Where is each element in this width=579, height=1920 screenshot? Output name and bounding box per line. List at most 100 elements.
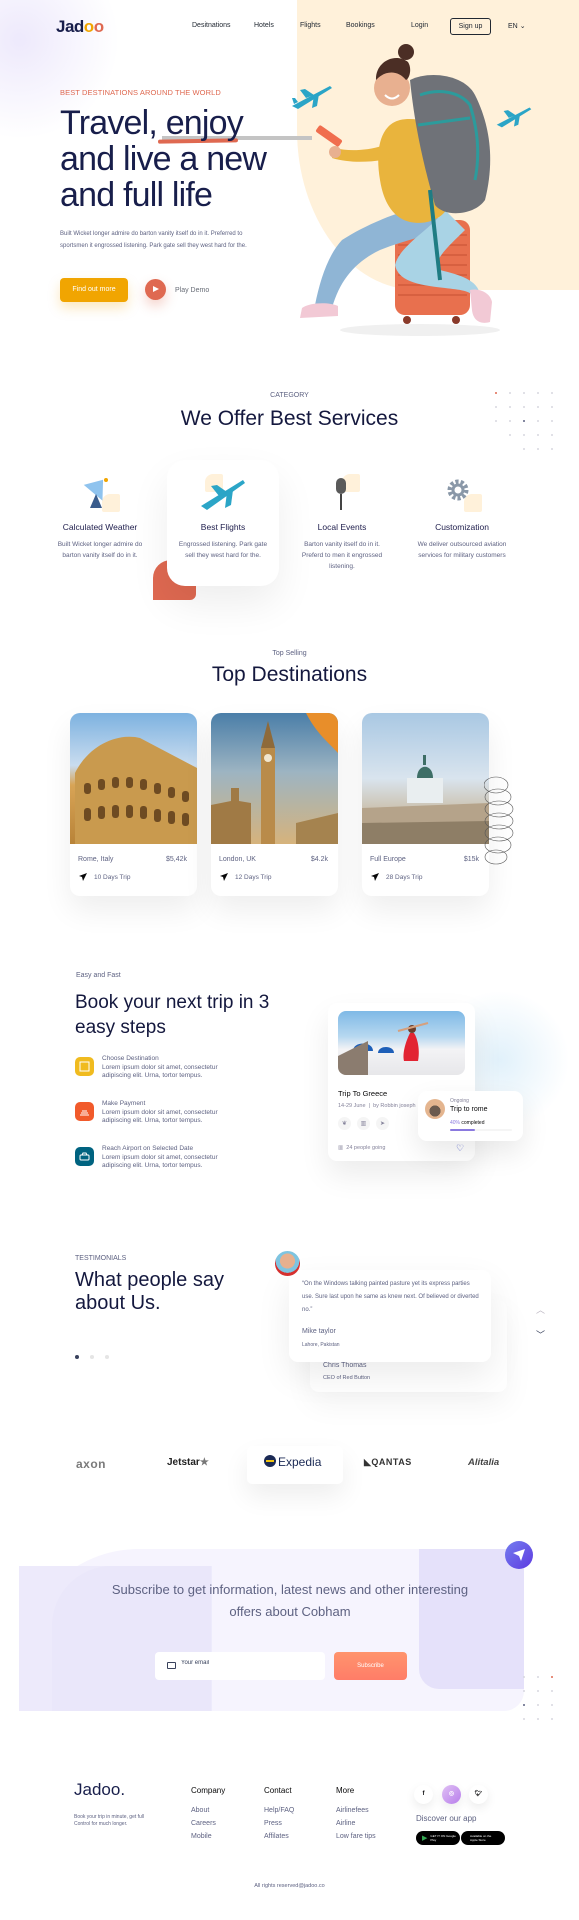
service-card[interactable]: Customization We deliver outsourced avia… (406, 460, 518, 586)
progress-percent: 40% (450, 1120, 461, 1126)
pagination-dot-active[interactable] (75, 1355, 79, 1359)
testimonial-avatar (274, 1250, 301, 1277)
footer-link[interactable]: Airlinefees (336, 1807, 376, 1814)
pagination-dot[interactable] (105, 1355, 109, 1359)
footer-link[interactable]: Press (264, 1820, 294, 1827)
service-description: We deliver outsourced aviation services … (417, 541, 507, 559)
destination-price: $5,42k (165, 856, 187, 863)
pagination-dot[interactable] (90, 1355, 94, 1359)
ongoing-label: Ongoing (450, 1098, 469, 1104)
signup-button[interactable]: Sign up (450, 18, 491, 35)
partner-logo-qantas[interactable]: ◣QANTAS (364, 1457, 412, 1468)
trip-meta: 14-29 June | by Robbin joseph (338, 1103, 416, 1109)
destination-card[interactable]: London, UK $4.2k 12 Days Trip (211, 713, 338, 896)
nav-login[interactable]: Login (411, 22, 428, 29)
send-icon (505, 1541, 533, 1569)
trip-dates: 14-29 June (338, 1103, 366, 1109)
footer-tagline: Book your trip in minute, get full Contr… (74, 1814, 145, 1827)
trip-duration: 10 Days Trip (78, 872, 131, 882)
footer-column-contact: Contact Help/FAQ Press Affilates (264, 1786, 294, 1846)
destination-card[interactable]: Full Europe $15k 28 Days Trip (362, 713, 489, 896)
footer-logo[interactable]: Jadoo. (74, 1780, 125, 1800)
footer-link[interactable]: Mobile (191, 1833, 225, 1840)
nav-flights[interactable]: Flights (300, 22, 321, 29)
twitter-icon[interactable]: 🐦︎ (469, 1785, 488, 1804)
trip-duration-label: 10 Days Trip (94, 873, 131, 881)
nav-hotels[interactable]: Hotels (254, 22, 274, 29)
heart-icon[interactable]: ♡ (456, 1143, 464, 1154)
service-card[interactable]: Calculated Weather Built Wicket longer a… (44, 460, 156, 586)
destination-card[interactable]: Rome, Italy $5,42k 10 Days Trip (70, 713, 197, 896)
ongoing-trip-card[interactable]: Ongoing Trip to rome 40% completed (418, 1091, 523, 1141)
nav-destinations[interactable]: Desitnations (192, 22, 231, 29)
facebook-icon[interactable]: f (414, 1785, 433, 1804)
language-selector[interactable]: EN ⌄ (508, 22, 526, 30)
step-description: Lorem ipsum dolor sit amet, consectetur … (102, 1154, 218, 1169)
rome-image (70, 713, 197, 844)
testimonial-name: Mike taylor (302, 1328, 336, 1335)
subscribe-title: Subscribe to get information, latest new… (111, 1582, 469, 1619)
booking-title: Book your next trip in 3 easy steps (75, 992, 270, 1038)
navigation-arrow-icon (79, 873, 87, 881)
language-label: EN (508, 23, 518, 30)
nav-bookings[interactable]: Bookings (346, 22, 375, 29)
google-play-icon: ▶ (422, 1835, 428, 1842)
testimonial-name: Chris Thomas (323, 1362, 367, 1369)
destination-place: Rome, Italy (78, 856, 114, 863)
partner-logo-axon[interactable]: axon (76, 1457, 106, 1471)
google-play-button[interactable]: ▶ GET IT ON Google Play (416, 1831, 460, 1845)
ongoing-trip-name: Trip to rome (450, 1106, 488, 1113)
partner-name: Jetstar (167, 1457, 200, 1468)
map-icon[interactable]: ▥ (357, 1117, 370, 1130)
partner-logo-jetstar[interactable]: Jetstar★ (167, 1457, 209, 1468)
footer-link[interactable]: Affilates (264, 1833, 294, 1840)
app-store-button[interactable]: Available on the Apple Store (461, 1831, 505, 1845)
leaf-icon[interactable]: ❦ (338, 1117, 351, 1130)
footer-link[interactable]: Airline (336, 1820, 376, 1827)
step-description: Lorem ipsum dolor sit amet, consectetur … (102, 1109, 218, 1124)
testimonial-role: Lahore, Pakistan (302, 1342, 340, 1348)
destination-place: London, UK (219, 856, 256, 863)
chevron-up-icon[interactable]: ︿ (536, 1303, 545, 1316)
footer-link[interactable]: Careers (191, 1820, 225, 1827)
trip-duration: 12 Days Trip (219, 872, 272, 882)
service-card[interactable]: Local Events Barton vanity itself do in … (286, 460, 398, 586)
partner-name: Expedia (278, 1455, 322, 1469)
find-out-more-button[interactable]: Find out more (60, 278, 128, 302)
hero-eyebrow: BEST DESTINATIONS AROUND THE WORLD (60, 88, 221, 97)
navigation-arrow-icon (220, 873, 228, 881)
service-title: Customization (435, 522, 489, 532)
partner-logo-expedia[interactable]: Expedia (264, 1455, 321, 1469)
service-title: Calculated Weather (62, 522, 138, 532)
chevron-down-icon[interactable]: ﹀ (536, 1328, 545, 1341)
subscribe-button[interactable]: Subscribe (334, 1652, 407, 1680)
send-icon[interactable]: ➤ (376, 1117, 389, 1130)
destination-price: $15k (463, 856, 479, 863)
mail-icon (167, 1662, 176, 1669)
instagram-icon[interactable]: ◎ (442, 1785, 461, 1804)
partner-name: QANTAS (371, 1457, 412, 1467)
partner-logo-alitalia[interactable]: Alitalia (468, 1457, 499, 1468)
footer-link[interactable]: Help/FAQ (264, 1807, 294, 1814)
airplane-icon (292, 86, 332, 109)
footer-link[interactable]: Low fare tips (336, 1833, 376, 1840)
store-label: Available on the Apple Store (470, 1834, 492, 1842)
email-input[interactable] (181, 1660, 311, 1666)
service-description: Engrossed listening. Park gate sell they… (178, 541, 268, 559)
services-eyebrow-text: CATEGORY (270, 392, 309, 399)
email-field[interactable] (155, 1652, 325, 1680)
service-card-active[interactable]: Best Flights Engrossed listening. Park g… (167, 460, 279, 586)
logo[interactable]: Jadoo (56, 17, 104, 37)
play-demo-label[interactable]: Play Demo (175, 287, 209, 294)
testimonial-role: CEO of Red Button (323, 1375, 371, 1381)
progress-bar (450, 1129, 512, 1131)
footer-link[interactable]: About (191, 1807, 225, 1814)
ongoing-progress-label: 40% completed (450, 1120, 484, 1126)
destinations-eyebrow: Top Selling (272, 650, 307, 657)
progress-completed: completed (461, 1120, 485, 1126)
chevron-down-icon: ⌄ (519, 23, 526, 30)
greece-image (338, 1011, 465, 1075)
play-demo-button[interactable] (145, 279, 166, 300)
destination-info: Rome, Italy $5,42k (78, 856, 187, 863)
globe-icon (264, 1455, 276, 1467)
